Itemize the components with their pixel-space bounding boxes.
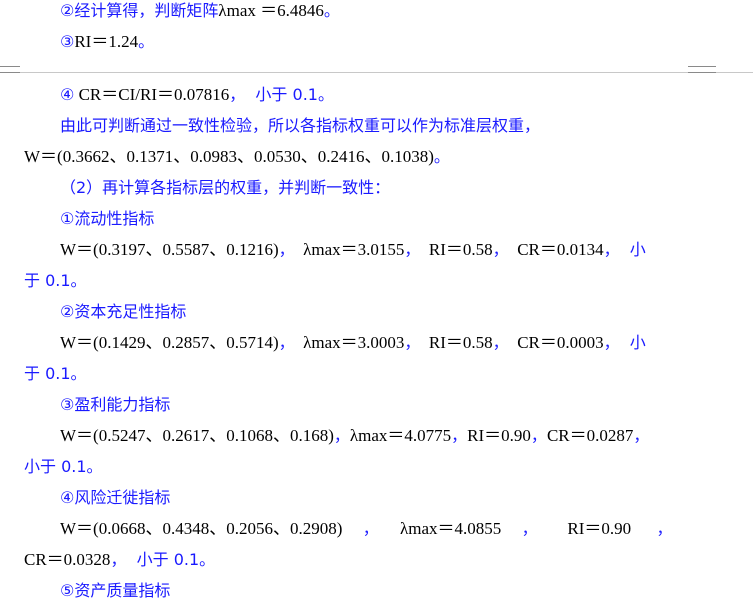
- text-run: ， 小于 0.1。: [110, 550, 216, 569]
- text-run: ，: [404, 240, 421, 259]
- text-run: W＝(0.5247、0.2617、0.1068、0.168): [60, 426, 334, 445]
- text-run: ，: [278, 240, 295, 259]
- text-run: 于 0.1。: [24, 271, 87, 290]
- text-run: 于 0.1。: [24, 364, 87, 383]
- line-capital-heading: ②资本充足性指标: [60, 301, 186, 323]
- margin-mark-left-bottom: [0, 72, 20, 73]
- text-run: （2）再计算各指标层的权重，并判断一致性：: [60, 178, 391, 197]
- text-run: RI＝0.90: [537, 519, 632, 538]
- text-run: W＝(0.0668、0.4348、0.2056、0.2908): [60, 519, 343, 538]
- text-run: λmax＝4.0855: [378, 519, 502, 538]
- line-section-2: （2）再计算各指标层的权重，并判断一致性：: [60, 177, 390, 199]
- line-liquidity-values: W＝(0.3197、0.5587、0.1216)， λmax＝3.0155， R…: [60, 239, 646, 261]
- line-conclusion: 由此可判断通过一致性检验，所以各指标权重可以作为标准层权重，: [60, 115, 540, 137]
- text-run: ，: [633, 426, 650, 445]
- text-run: ，: [530, 426, 547, 445]
- text-run: 。: [433, 147, 450, 166]
- text-run: ，: [404, 333, 421, 352]
- text-run: 。: [138, 32, 155, 51]
- text-run: ，: [278, 333, 295, 352]
- text-run: RI＝1.24: [74, 32, 139, 51]
- text-run: ①流动性指标: [60, 209, 155, 228]
- text-run: W＝(0.1429、0.2857、0.5714): [60, 333, 279, 352]
- page-break-line: [0, 72, 753, 73]
- text-run: W＝(0.3662、0.1371、0.0983、0.0530、0.2416、0.…: [24, 147, 434, 166]
- text-run: ④: [60, 85, 75, 104]
- text-run: ，: [631, 519, 673, 538]
- line-weights: W＝(0.3662、0.1371、0.0983、0.0530、0.2416、0.…: [24, 146, 450, 168]
- line-profit-heading: ③盈利能力指标: [60, 394, 170, 416]
- line-profit-tail: 小于 0.1。: [24, 456, 103, 478]
- text-run: RI＝0.58: [420, 240, 493, 259]
- text-run: ， 小: [603, 240, 646, 259]
- text-run: CR＝0.0287: [546, 426, 634, 445]
- line-cr: ④ CR＝CI/RI＝0.07816， 小于 0.1。: [60, 84, 334, 106]
- line-lambda-max: ②经计算得，判断矩阵λmax ＝6.4846。: [60, 0, 340, 22]
- text-run: ，: [342, 519, 379, 538]
- line-capital-tail: 于 0.1。: [24, 363, 87, 385]
- text-run: ③: [60, 32, 75, 51]
- text-run: CR＝0.0328: [24, 550, 111, 569]
- line-capital-values: W＝(0.1429、0.2857、0.5714)， λmax＝3.0003， R…: [60, 332, 646, 354]
- text-run: ， 小于 0.1。: [229, 85, 334, 104]
- text-run: CR＝0.0134: [508, 240, 604, 259]
- text-run: ，: [501, 519, 538, 538]
- line-ri: ③RI＝1.24。: [60, 31, 154, 53]
- text-run: CR＝0.0003: [508, 333, 604, 352]
- text-run: RI＝0.90: [467, 426, 531, 445]
- text-run: W＝(0.3197、0.5587、0.1216): [60, 240, 279, 259]
- text-run: RI＝0.58: [420, 333, 493, 352]
- line-asset-heading: ⑤资产质量指标: [60, 580, 170, 602]
- text-run: λmax＝3.0003: [294, 333, 405, 352]
- line-liquidity-tail: 于 0.1。: [24, 270, 87, 292]
- margin-mark-left-top: [0, 66, 20, 67]
- text-run: ， 小: [603, 333, 646, 352]
- text-run: λmax＝4.0775: [349, 426, 452, 445]
- text-run: λmax＝3.0155: [294, 240, 405, 259]
- margin-mark-right-top: [688, 66, 716, 67]
- line-risk-heading: ④风险迁徙指标: [60, 487, 170, 509]
- line-profit-values: W＝(0.5247、0.2617、0.1068、0.168)，λmax＝4.07…: [60, 425, 649, 447]
- text-run: ⑤资产质量指标: [60, 581, 171, 600]
- line-risk-tail: CR＝0.0328， 小于 0.1。: [24, 549, 215, 571]
- text-run: 小于 0.1。: [24, 457, 103, 476]
- text-run: ④风险迁徙指标: [60, 488, 171, 507]
- text-run: ②资本充足性指标: [60, 302, 187, 321]
- text-run: ②经计算得，判断矩阵: [60, 1, 219, 20]
- text-run: ，: [333, 426, 350, 445]
- text-run: ，: [492, 240, 509, 259]
- text-run: ，: [451, 426, 468, 445]
- line-liquidity-heading: ①流动性指标: [60, 208, 154, 230]
- line-risk-values: W＝(0.0668、0.4348、0.2056、0.2908) ， λmax＝4…: [60, 518, 673, 540]
- text-run: ，: [492, 333, 509, 352]
- margin-mark-right-bottom: [688, 72, 716, 73]
- text-run: CR＝CI/RI＝0.07816: [74, 85, 230, 104]
- text-run: λmax ＝6.4846: [218, 1, 324, 20]
- text-run: ③盈利能力指标: [60, 395, 171, 414]
- text-run: 由此可判断通过一致性检验，所以各指标权重可以作为标准层权重，: [60, 116, 541, 135]
- text-run: 。: [323, 1, 340, 20]
